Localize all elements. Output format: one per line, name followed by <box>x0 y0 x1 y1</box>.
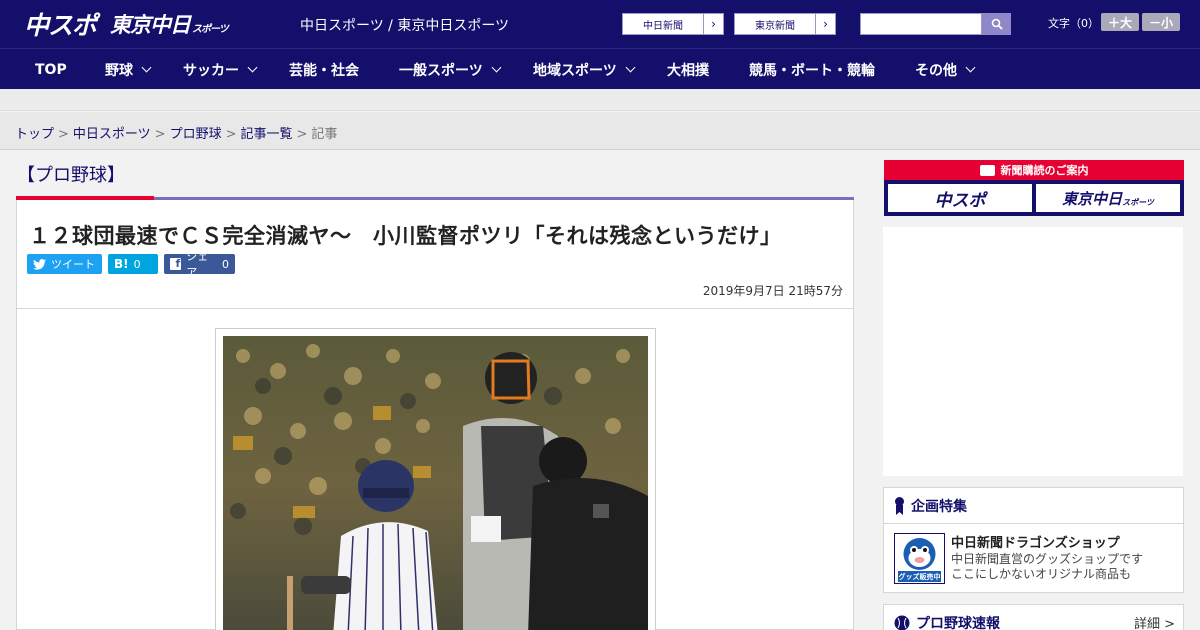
tokyo-shimbun-label: 東京新聞 <box>755 20 795 32</box>
search-input[interactable] <box>860 13 982 35</box>
facebook-share-count: 0 <box>222 257 229 271</box>
ribbon-icon <box>895 496 904 515</box>
chevron-down-icon <box>247 62 258 73</box>
chunichi-shimbun-label: 中日新聞 <box>643 20 683 32</box>
font-smaller-button[interactable]: －小 <box>1142 13 1180 31</box>
main-nav: TOP 野球 サッカー 芸能・社会 一般スポーツ 地域スポーツ 大相撲 競馬・ボ… <box>0 48 1200 89</box>
font-size-label: 文字（0） <box>1048 17 1099 30</box>
nav-item-baseball[interactable]: 野球 <box>105 49 152 90</box>
feature-title: 企画特集 <box>911 498 967 515</box>
proyakyu-scores-section: プロ野球速報 詳細 > <box>883 604 1184 630</box>
proyakyu-details-link[interactable]: 詳細 > <box>1134 613 1175 630</box>
nav-label: 競馬・ボート・競輪 <box>749 62 875 79</box>
nav-item-local-sports[interactable]: 地域スポーツ <box>533 49 636 90</box>
breadcrumb-proyakyu[interactable]: プロ野球 <box>170 127 222 142</box>
nav-item-entertainment[interactable]: 芸能・社会 <box>289 49 359 90</box>
tokyo-chunichi-logo-text: 東京中日 <box>110 13 191 37</box>
publish-date: 2019年9月7日 21時57分 <box>702 284 843 298</box>
subscribe-chuspo-button[interactable]: 中スポ <box>888 184 1032 212</box>
nav-item-sumo[interactable]: 大相撲 <box>667 49 709 90</box>
dragons-shop-description: 中日新聞直営のグッズショップです ここにしかないオリジナル商品も <box>951 552 1143 582</box>
nav-label: 芸能・社会 <box>289 62 359 79</box>
hatena-bookmark-icon: B! <box>114 257 129 271</box>
nav-label: TOP <box>35 61 67 78</box>
newspaper-icon <box>979 164 995 176</box>
feature-header: 企画特集 <box>884 488 1183 524</box>
chevron-down-icon <box>141 62 152 73</box>
nav-label: 地域スポーツ <box>533 62 617 79</box>
chevron-down-icon <box>965 62 976 73</box>
article-photo-frame <box>215 328 656 630</box>
breadcrumb-current: 記事 <box>311 127 338 142</box>
breadcrumb-separator: > <box>154 127 166 142</box>
dragons-shop-desc-line: 中日新聞直営のグッズショップです <box>951 552 1144 566</box>
facebook-icon: f <box>170 257 182 270</box>
breadcrumb-article-list[interactable]: 記事一覧 <box>241 127 293 142</box>
nav-item-racing[interactable]: 競馬・ボート・競輪 <box>749 49 875 90</box>
tokyo-chunichi-logo-suffix: スポーツ <box>192 24 229 35</box>
twitter-share-button[interactable]: ツイート <box>27 254 102 274</box>
breadcrumb: トップ > 中日スポーツ > プロ野球 > 記事一覧 > 記事 <box>15 123 337 142</box>
nav-item-soccer[interactable]: サッカー <box>183 49 258 90</box>
subscribe-tokyo-chunichi-label: 東京中日 <box>1062 189 1123 208</box>
tokyo-chunichi-logo[interactable]: 東京中日 スポーツ <box>110 8 229 40</box>
nav-item-top[interactable]: TOP <box>35 49 67 90</box>
article-photo[interactable] <box>223 336 648 630</box>
dragons-shop-title[interactable]: 中日新聞ドラゴンズショップ <box>951 532 1120 551</box>
site-header: 中スポ 東京中日 スポーツ 中日スポーツ / 東京中日スポーツ 中日新聞 › 東京… <box>0 0 1200 48</box>
subscribe-tokyo-chunichi-suffix: スポーツ <box>1122 197 1154 207</box>
facebook-share-button[interactable]: f シェア 0 <box>164 250 235 279</box>
search-icon <box>991 18 1003 30</box>
hatena-bookmark-button[interactable]: B! 0 <box>108 254 158 274</box>
chevron-down-icon <box>491 62 502 73</box>
search-button[interactable] <box>982 13 1011 35</box>
nav-label: その他 <box>915 62 957 79</box>
site-names: 中日スポーツ / 東京中日スポーツ <box>300 18 510 34</box>
baseball-icon <box>894 615 910 630</box>
chevron-right-icon: › <box>703 14 723 34</box>
breadcrumb-chuspo[interactable]: 中日スポーツ <box>73 127 151 142</box>
font-bigger-button[interactable]: ＋大 <box>1101 13 1139 31</box>
proyakyu-header: プロ野球速報 <box>894 613 1000 630</box>
breadcrumb-separator: > <box>225 127 237 142</box>
article-headline: １２球団最速でＣＳ完全消滅ヤ～ 小川監督ポツリ「それは残念というだけ」 <box>29 224 782 248</box>
nav-label: サッカー <box>183 62 239 79</box>
chunichi-shimbun-link[interactable]: 中日新聞 › <box>622 13 724 35</box>
chuspo-logo[interactable]: 中スポ <box>24 8 97 40</box>
article-divider <box>17 308 853 309</box>
article-body: １２球団最速でＣＳ完全消滅ヤ～ 小川監督ポツリ「それは残念というだけ」 ツイート… <box>16 200 854 630</box>
nav-item-other[interactable]: その他 <box>915 49 976 90</box>
subscription-title: 新聞購読のご案内 <box>1000 164 1089 177</box>
breadcrumb-top[interactable]: トップ <box>15 127 54 142</box>
proyakyu-title: プロ野球速報 <box>916 616 1000 630</box>
nav-item-general-sports[interactable]: 一般スポーツ <box>399 49 502 90</box>
breadcrumb-separator: > <box>58 127 69 142</box>
tokyo-shimbun-link[interactable]: 東京新聞 › <box>734 13 836 35</box>
nav-label: 大相撲 <box>667 62 709 79</box>
sidebar-ad <box>883 227 1183 476</box>
article-category: 【プロ野球】 <box>17 165 125 186</box>
nav-label: 野球 <box>105 62 133 79</box>
chevron-right-icon: › <box>815 14 835 34</box>
subscription-banner: 新聞購読のご案内 中スポ 東京中日 スポーツ <box>884 160 1184 216</box>
facebook-share-label: シェア <box>186 250 209 279</box>
dragons-shop-badge: グッズ販売中 <box>898 573 941 581</box>
breadcrumb-bar: トップ > 中日スポーツ > プロ野球 > 記事一覧 > 記事 <box>0 112 1200 150</box>
dragons-shop-desc-line: ここにしかないオリジナル商品も <box>951 567 1132 581</box>
nav-label: 一般スポーツ <box>399 62 483 79</box>
hatena-bookmark-count: 0 <box>133 257 141 271</box>
baseball-photo-illustration <box>223 336 648 630</box>
chevron-down-icon <box>625 62 636 73</box>
feature-section: 企画特集 グッズ販売中 中日新聞ドラゴンズショップ 中日新聞直営のグッズショップ… <box>883 487 1184 593</box>
subscription-header: 新聞購読のご案内 <box>884 160 1184 180</box>
twitter-icon <box>33 258 46 270</box>
dragons-shop-thumbnail[interactable]: グッズ販売中 <box>894 533 945 584</box>
ad-strip <box>0 89 1200 111</box>
subscribe-tokyo-chunichi-button[interactable]: 東京中日 スポーツ <box>1036 184 1180 212</box>
breadcrumb-separator: > <box>296 127 308 142</box>
twitter-share-label: ツイート <box>51 258 95 271</box>
